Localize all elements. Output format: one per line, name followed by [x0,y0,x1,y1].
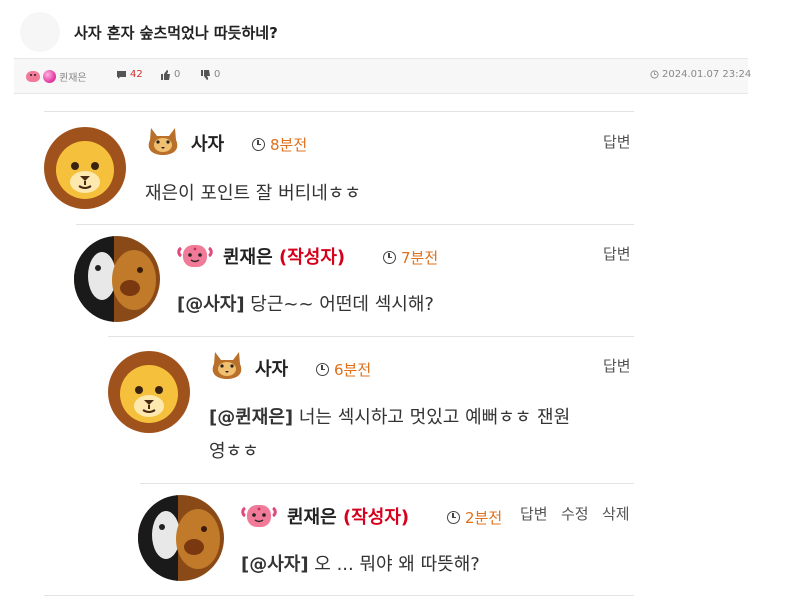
post-datetime: 2024.01.07 23:24 [650,69,751,80]
comment-icon [117,70,126,79]
comment-text: 재은이 포인트 잘 버티네ㅎㅎ [145,183,361,204]
post-author-name: 퀸재은 [59,73,87,84]
author-tag: (작성자) [342,507,410,528]
author-tag: (작성자) [278,247,346,268]
reply-button[interactable]: 답변 [603,131,631,152]
comment-nick[interactable]: 퀸재은 (작성자) [223,243,345,269]
post-title: 사자 혼자 숲츠먹었나 따듯하네? [74,24,278,42]
comment-time: 7분전 [383,247,438,268]
comment-body: 당근~~ 어떤데 섹시해? [244,294,434,315]
comment-avatar-photo[interactable] [74,236,160,322]
profile-photo-icon [138,495,224,581]
thumbs-up-icon [161,69,170,80]
like-count[interactable]: 0 [160,69,180,80]
comment-avatar-lion[interactable] [42,124,128,210]
dislike-count[interactable]: 0 [200,69,220,80]
post-datetime-value: 2024.01.07 23:24 [662,69,752,80]
post-author-avatar [20,12,60,52]
comment-nick[interactable]: 사자 [191,130,224,156]
comment-avatar-lion[interactable] [106,348,192,434]
lion-icon [44,127,126,209]
comment-body: 오 ... 뭐야 왜 따뜻해? [308,554,480,575]
lion-icon [108,351,190,433]
nick-name: 퀸재은 [287,507,337,528]
reply-button[interactable]: 답변 [603,243,631,264]
level-icon [26,71,40,82]
post-meta-bar: 퀸재은 42 0 0 2024.01.07 23:24 [14,58,751,94]
comment-divider [76,224,634,225]
comment-count-value: 42 [130,69,143,80]
delete-button[interactable]: 삭제 [602,503,630,524]
comment-time: 8분전 [252,134,307,155]
comment-time-value: 7분전 [401,249,439,267]
clock-icon [252,138,265,151]
like-count-value: 0 [174,69,181,80]
nick-name: 퀸재은 [223,247,273,268]
mention[interactable]: [@퀸재은] [209,407,293,428]
comment-count: 42 [116,69,143,80]
clock-icon [650,70,659,79]
comment-time-value: 8분전 [270,136,308,154]
level-icon-lion [148,128,178,155]
comment-divider [108,336,634,337]
reply-button[interactable]: 답변 [603,355,631,376]
comment-nick[interactable]: 퀸재은 (작성자) [287,503,409,529]
thumbs-down-icon [201,69,210,80]
comment-avatar-photo[interactable] [138,495,224,581]
comment-divider [44,595,634,596]
level-icon-pink [177,245,213,267]
comment-text: [@사자] 당근~~ 어떤데 섹시해? [177,289,434,320]
reply-button[interactable]: 답변 [520,503,548,524]
level-icon-lion [212,352,242,379]
comment-time: 2분전 [447,507,502,528]
profile-photo-icon [74,236,160,322]
comment-divider [140,483,634,484]
comment-text-line2: 영ㅎㅎ [209,441,259,462]
mention[interactable]: [@사자] [177,294,245,315]
clock-icon [383,251,396,264]
comment-time-value: 6분전 [334,361,372,379]
comment-text: [@퀸재은] 너는 섹시하고 멋있고 예뻐ㅎㅎ 잰원 [209,402,570,433]
clock-icon [316,363,329,376]
post-author[interactable]: 퀸재은 [26,69,87,84]
comment-divider [44,111,634,112]
edit-button[interactable]: 수정 [561,503,589,524]
dislike-count-value: 0 [214,69,221,80]
comment-time-value: 2분전 [465,509,503,527]
comment-text: [@사자] 오 ... 뭐야 왜 따뜻해? [241,549,480,580]
comment-time: 6분전 [316,359,371,380]
mention[interactable]: [@사자] [241,554,309,575]
level-icon-pink [241,505,277,527]
member-badge-icon [43,70,56,83]
comment-body: 너는 섹시하고 멋있고 예뻐ㅎㅎ 잰원 [293,407,571,428]
comment-nick[interactable]: 사자 [255,355,288,381]
clock-icon [447,511,460,524]
